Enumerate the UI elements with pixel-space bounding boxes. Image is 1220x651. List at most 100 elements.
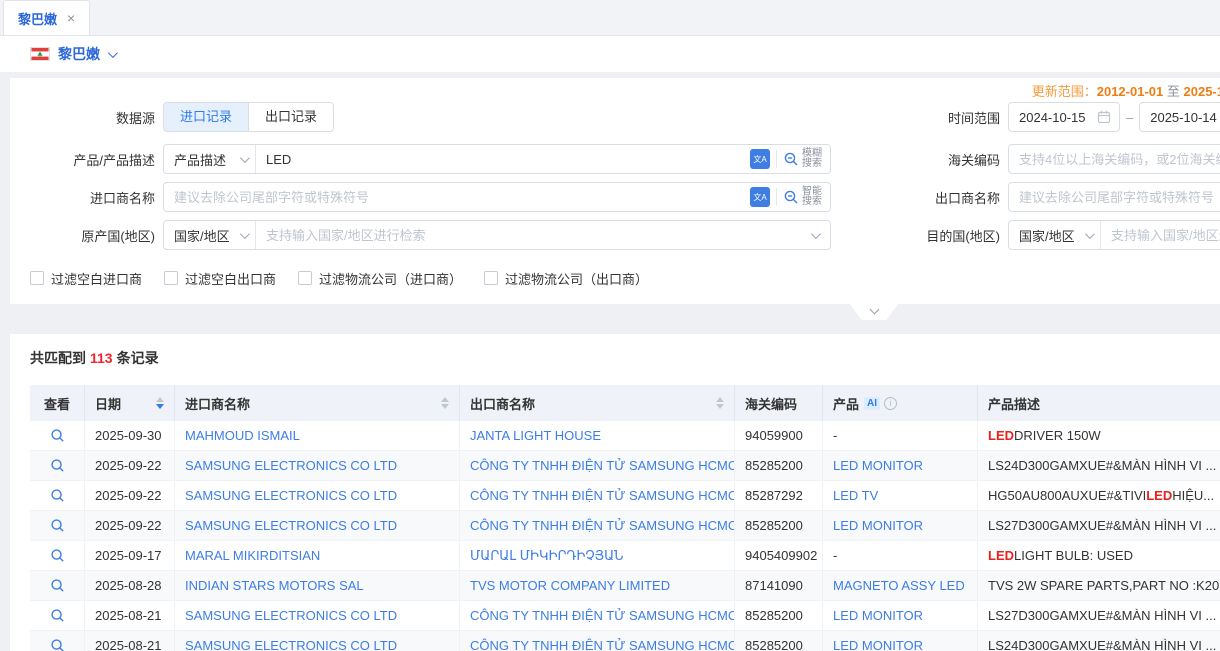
- hs-code-cell: 85285200: [735, 511, 823, 540]
- hs-code-input[interactable]: [1008, 144, 1220, 174]
- chevron-down-icon: [1085, 229, 1095, 239]
- view-detail-icon[interactable]: [50, 608, 65, 623]
- chevron-down-icon[interactable]: [811, 229, 821, 239]
- exporter-link[interactable]: CÔNG TY TNHH ĐIỆN TỬ SAMSUNG HCMC...: [470, 638, 735, 651]
- sort-desc-caret[interactable]: [156, 404, 164, 409]
- product-type-select[interactable]: 产品描述: [164, 145, 256, 173]
- importer-link[interactable]: SAMSUNG ELECTRONICS CO LTD: [185, 518, 397, 533]
- date-from-input[interactable]: 2024-10-15: [1008, 102, 1120, 132]
- chevron-down-icon: [240, 153, 250, 163]
- exporter-link[interactable]: ՄԱՐԱԼ ՄԻԿԻՐԴԻՉՅԱՆ: [470, 548, 624, 564]
- view-detail-icon[interactable]: [50, 548, 65, 563]
- importer-control: 文A 智能 搜索: [163, 182, 831, 212]
- translate-icon[interactable]: 文A: [750, 149, 770, 169]
- exporter-link[interactable]: CÔNG TY TNHH ĐIỆN TỬ SAMSUNG HCMC...: [470, 488, 735, 503]
- product-search-input[interactable]: [256, 152, 750, 167]
- filter-checkbox-0[interactable]: 过滤空白进口商: [30, 269, 142, 288]
- date-range-separator: –: [1126, 110, 1133, 125]
- tab-import-records[interactable]: 进口记录: [164, 103, 248, 131]
- view-detail-icon[interactable]: [50, 518, 65, 533]
- column-label: 产品描述: [988, 394, 1040, 413]
- importer-link[interactable]: SAMSUNG ELECTRONICS CO LTD: [185, 638, 397, 651]
- view-detail-icon[interactable]: [50, 458, 65, 473]
- product-link[interactable]: LED MONITOR: [833, 518, 923, 533]
- highlighted-keyword: LED: [988, 428, 1014, 443]
- importer-cell: SAMSUNG ELECTRONICS CO LTD: [175, 481, 460, 510]
- importer-cell: SAMSUNG ELECTRONICS CO LTD: [175, 451, 460, 480]
- column-label: 出口商名称: [470, 394, 535, 413]
- chevron-down-icon[interactable]: [108, 48, 118, 58]
- view-detail-icon[interactable]: [50, 428, 65, 443]
- importer-cell: MAHMOUD ISMAIL: [175, 421, 460, 450]
- destination-group: 目的国(地区) 国家/地区: [862, 220, 1220, 250]
- origin-type-select[interactable]: 国家/地区: [164, 221, 256, 249]
- column-header-1[interactable]: 日期: [85, 385, 175, 421]
- exporter-link[interactable]: CÔNG TY TNHH ĐIỆN TỬ SAMSUNG HCMC...: [470, 458, 735, 473]
- product-link[interactable]: LED MONITOR: [833, 638, 923, 651]
- checkbox-icon[interactable]: [298, 271, 312, 285]
- exporter-link[interactable]: CÔNG TY TNHH ĐIỆN TỬ SAMSUNG HCMC...: [470, 608, 735, 623]
- view-detail-icon[interactable]: [50, 638, 65, 651]
- checkbox-icon[interactable]: [164, 271, 178, 285]
- fuzzy-search-button[interactable]: 模糊 搜索: [783, 149, 822, 169]
- summary-suffix: 条记录: [117, 350, 159, 366]
- importer-link[interactable]: INDIAN STARS MOTORS SAL: [185, 578, 364, 593]
- exporter-link[interactable]: CÔNG TY TNHH ĐIỆN TỬ SAMSUNG HCMC...: [470, 518, 735, 533]
- view-detail-icon[interactable]: [50, 488, 65, 503]
- time-range-label: 时间范围: [862, 108, 1000, 127]
- calendar-icon: [1097, 110, 1111, 124]
- sort-icon[interactable]: [708, 397, 724, 409]
- product-link[interactable]: LED MONITOR: [833, 458, 923, 473]
- product-cell: LED MONITOR: [823, 631, 978, 651]
- exporter-link[interactable]: TVS MOTOR COMPANY LIMITED: [470, 578, 670, 593]
- product-link[interactable]: LED TV: [833, 488, 878, 503]
- sort-desc-caret[interactable]: [441, 404, 449, 409]
- checkbox-icon[interactable]: [484, 271, 498, 285]
- tab-export-records[interactable]: 出口记录: [248, 103, 333, 131]
- view-cell: [30, 541, 85, 570]
- date-to-input[interactable]: 2025-10-14: [1139, 102, 1220, 132]
- importer-link[interactable]: SAMSUNG ELECTRONICS CO LTD: [185, 458, 397, 473]
- view-detail-icon[interactable]: [50, 578, 65, 593]
- datasource-label: 数据源: [10, 108, 155, 127]
- sort-asc-caret[interactable]: [156, 397, 164, 402]
- importer-cell: MARAL MIKIRDITSIAN: [175, 541, 460, 570]
- origin-country-input[interactable]: [256, 228, 807, 243]
- product-link[interactable]: MAGNETO ASSY LED: [833, 578, 965, 593]
- importer-cell: SAMSUNG ELECTRONICS CO LTD: [175, 631, 460, 651]
- filter-checkbox-3[interactable]: 过滤物流公司（出口商）: [484, 269, 648, 288]
- exporter-link[interactable]: JANTA LIGHT HOUSE: [470, 428, 601, 443]
- destination-country-input[interactable]: [1101, 228, 1220, 243]
- sort-asc-caret[interactable]: [716, 397, 724, 402]
- importer-link[interactable]: SAMSUNG ELECTRONICS CO LTD: [185, 608, 397, 623]
- sort-icon[interactable]: [433, 397, 449, 409]
- summary-prefix: 共匹配到: [30, 350, 86, 366]
- column-header-3[interactable]: 出口商名称: [460, 385, 735, 421]
- translate-icon[interactable]: 文A: [750, 187, 770, 207]
- column-header-2[interactable]: 进口商名称: [175, 385, 460, 421]
- close-icon[interactable]: ×: [67, 11, 75, 25]
- date-cell: 2025-09-22: [85, 481, 175, 510]
- hs-code-label: 海关编码: [862, 150, 1000, 169]
- importer-link[interactable]: SAMSUNG ELECTRONICS CO LTD: [185, 488, 397, 503]
- sort-icon[interactable]: [148, 397, 164, 409]
- exporter-name-input[interactable]: [1008, 182, 1220, 212]
- column-label: 产品: [833, 394, 859, 413]
- product-link[interactable]: LED MONITOR: [833, 608, 923, 623]
- filter-checkbox-2[interactable]: 过滤物流公司（进口商）: [298, 269, 462, 288]
- description-cell: LED DRIVER 150W: [978, 421, 1220, 450]
- exporter-cell: TVS MOTOR COMPANY LIMITED: [460, 571, 735, 600]
- destination-type-select[interactable]: 国家/地区: [1009, 221, 1101, 249]
- filter-checkbox-1[interactable]: 过滤空白出口商: [164, 269, 276, 288]
- smart-search-button[interactable]: 智能 搜索: [783, 187, 822, 207]
- sort-asc-caret[interactable]: [441, 397, 449, 402]
- importer-name-input[interactable]: [164, 190, 750, 205]
- info-icon[interactable]: i: [884, 397, 897, 410]
- checkbox-icon[interactable]: [30, 271, 44, 285]
- collapse-filter-button[interactable]: [850, 304, 898, 320]
- importer-link[interactable]: MARAL MIKIRDITSIAN: [185, 548, 320, 563]
- sort-desc-caret[interactable]: [716, 404, 724, 409]
- importer-link[interactable]: MAHMOUD ISMAIL: [185, 428, 300, 443]
- tab-lebanon[interactable]: 黎巴嫩 ×: [3, 0, 90, 35]
- checkbox-label: 过滤物流公司（进口商）: [319, 269, 462, 288]
